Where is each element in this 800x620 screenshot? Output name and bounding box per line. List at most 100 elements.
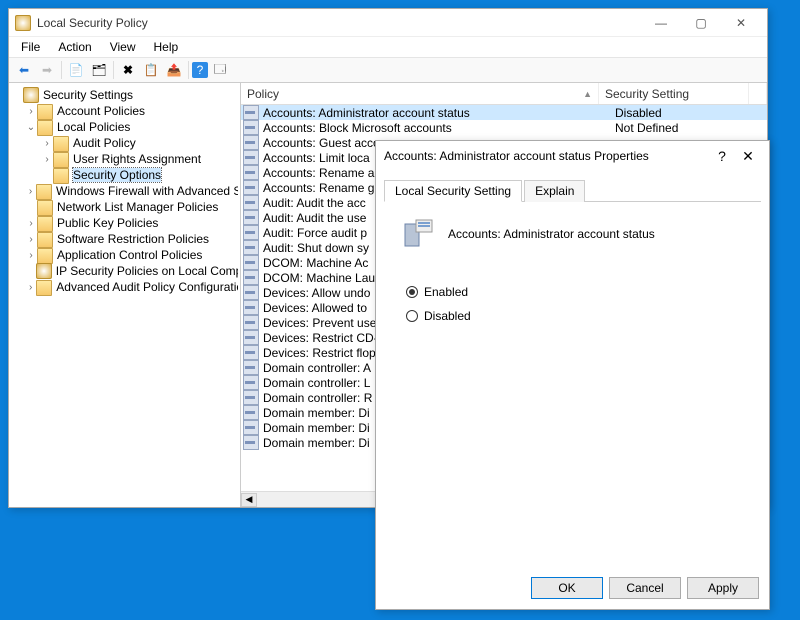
- menu-view[interactable]: View: [102, 38, 144, 56]
- window-title: Local Security Policy: [37, 16, 641, 30]
- security-settings-icon: [23, 87, 39, 103]
- tree-item-label: Local Policies: [57, 120, 130, 134]
- expand-icon[interactable]: ›: [25, 218, 37, 229]
- policy-item-icon: [243, 105, 259, 120]
- policy-name: Accounts: Administrator account status: [263, 106, 615, 120]
- menu-action[interactable]: Action: [50, 38, 99, 56]
- refresh-icon[interactable]: 📋: [140, 59, 162, 81]
- tree-item-label: User Rights Assignment: [73, 152, 201, 166]
- policy-item-icon: [243, 180, 259, 195]
- tab-local-security-setting[interactable]: Local Security Setting: [384, 180, 522, 202]
- close-button[interactable]: ✕: [721, 13, 761, 33]
- expand-icon[interactable]: ›: [25, 234, 37, 245]
- list-header: Policy ▲ Security Setting: [241, 83, 767, 105]
- radio-button-icon: [406, 286, 418, 298]
- dialog-help-button[interactable]: ?: [709, 148, 735, 164]
- column-policy[interactable]: Policy ▲: [241, 83, 599, 104]
- tree-item-label: Security Options: [73, 168, 161, 182]
- maximize-button[interactable]: ▢: [681, 13, 721, 33]
- policy-item-icon: [243, 240, 259, 255]
- policy-item-icon: [243, 315, 259, 330]
- policy-item-icon: [243, 165, 259, 180]
- tree-item[interactable]: › Account Policies: [9, 103, 240, 119]
- policy-item-icon: [243, 195, 259, 210]
- dialog-button-bar: OK Cancel Apply: [531, 577, 759, 599]
- policy-setting: Disabled: [615, 106, 765, 120]
- title-bar[interactable]: Local Security Policy — ▢ ✕: [9, 9, 767, 37]
- toolbar-separator: [188, 61, 189, 79]
- policy-item-icon: [243, 345, 259, 360]
- view-icon[interactable]: 🗔: [209, 59, 231, 81]
- folder-icon: [37, 104, 53, 120]
- policy-item-icon: [243, 150, 259, 165]
- policy-item-icon: [243, 405, 259, 420]
- cancel-button[interactable]: Cancel: [609, 577, 681, 599]
- tab-explain[interactable]: Explain: [524, 180, 585, 202]
- menu-file[interactable]: File: [13, 38, 48, 56]
- tree-item[interactable]: › Audit Policy: [9, 135, 240, 151]
- policy-item-icon: [243, 225, 259, 240]
- folder-icon: [53, 168, 69, 184]
- expand-icon[interactable]: ›: [41, 138, 53, 149]
- scroll-left-icon[interactable]: ◀: [241, 493, 257, 507]
- expand-icon[interactable]: ›: [25, 106, 37, 117]
- folder-icon: [36, 184, 52, 200]
- back-arrow-icon[interactable]: ⬅: [13, 59, 35, 81]
- column-setting-label: Security Setting: [605, 87, 689, 101]
- menu-help[interactable]: Help: [146, 38, 187, 56]
- app-icon: [15, 15, 31, 31]
- radio-disabled-label: Disabled: [424, 309, 471, 323]
- tree-item[interactable]: Security Options: [9, 167, 240, 183]
- expand-icon[interactable]: ›: [25, 282, 36, 293]
- folder-icon: [37, 248, 53, 264]
- tree-root-label: Security Settings: [43, 88, 133, 102]
- tree-item-label: Windows Firewall with Advanced Sec: [56, 184, 238, 198]
- tree-item-label: Audit Policy: [73, 136, 136, 150]
- policy-item-icon: [243, 435, 259, 450]
- tree-item[interactable]: ›Application Control Policies: [9, 247, 240, 263]
- radio-group: Enabled Disabled: [406, 285, 743, 323]
- expand-icon[interactable]: ›: [25, 250, 37, 261]
- properties-dialog: Accounts: Administrator account status P…: [375, 140, 770, 610]
- dialog-title-bar[interactable]: Accounts: Administrator account status P…: [376, 141, 769, 171]
- delete-icon[interactable]: ✖: [117, 59, 139, 81]
- minimize-button[interactable]: —: [641, 13, 681, 33]
- tree-item[interactable]: ⌄ Local Policies: [9, 119, 240, 135]
- folder-icon: [37, 200, 53, 216]
- policy-item-icon: [243, 420, 259, 435]
- help-icon[interactable]: ?: [192, 62, 208, 78]
- ok-button[interactable]: OK: [531, 577, 603, 599]
- apply-button[interactable]: Apply: [687, 577, 759, 599]
- policy-row[interactable]: Accounts: Administrator account statusDi…: [241, 105, 767, 120]
- tree-pane[interactable]: Security Settings › Account Policies ⌄ Loca…: [9, 83, 241, 507]
- expand-icon[interactable]: ›: [41, 154, 53, 165]
- column-scrollbar-spacer: [749, 83, 767, 104]
- up-level-icon[interactable]: 📄: [65, 59, 87, 81]
- radio-enabled-label: Enabled: [424, 285, 468, 299]
- tree-item[interactable]: › User Rights Assignment: [9, 151, 240, 167]
- export-list-icon[interactable]: 📤: [163, 59, 185, 81]
- dialog-tabs: Local Security Setting Explain Accounts:…: [376, 171, 769, 349]
- column-setting[interactable]: Security Setting: [599, 83, 749, 104]
- policy-row[interactable]: Accounts: Block Microsoft accountsNot De…: [241, 120, 767, 135]
- tree-item[interactable]: Network List Manager Policies: [9, 199, 240, 215]
- folder-icon: [37, 120, 53, 136]
- expand-icon[interactable]: ›: [25, 186, 36, 197]
- radio-enabled[interactable]: Enabled: [406, 285, 743, 299]
- tree-item[interactable]: › Windows Firewall with Advanced Sec: [9, 183, 240, 199]
- policy-item-icon: [243, 255, 259, 270]
- dialog-close-button[interactable]: ✕: [735, 148, 761, 165]
- policy-item-icon: [243, 375, 259, 390]
- tree-item[interactable]: ›Software Restriction Policies: [9, 231, 240, 247]
- tree-item-label: Public Key Policies: [57, 216, 158, 230]
- policy-name: Accounts: Block Microsoft accounts: [263, 121, 615, 135]
- radio-disabled[interactable]: Disabled: [406, 309, 743, 323]
- properties-icon[interactable]: 🗂: [88, 59, 110, 81]
- expand-icon[interactable]: ⌄: [25, 122, 37, 133]
- tab-content: Accounts: Administrator account status E…: [384, 202, 761, 349]
- tree-item[interactable]: › Public Key Policies: [9, 215, 240, 231]
- tree-root[interactable]: Security Settings: [9, 87, 240, 103]
- tree-item-label: Account Policies: [57, 104, 145, 118]
- tree-item[interactable]: ›Advanced Audit Policy Configuration: [9, 279, 240, 295]
- tree-item[interactable]: IP Security Policies on Local Compute: [9, 263, 240, 279]
